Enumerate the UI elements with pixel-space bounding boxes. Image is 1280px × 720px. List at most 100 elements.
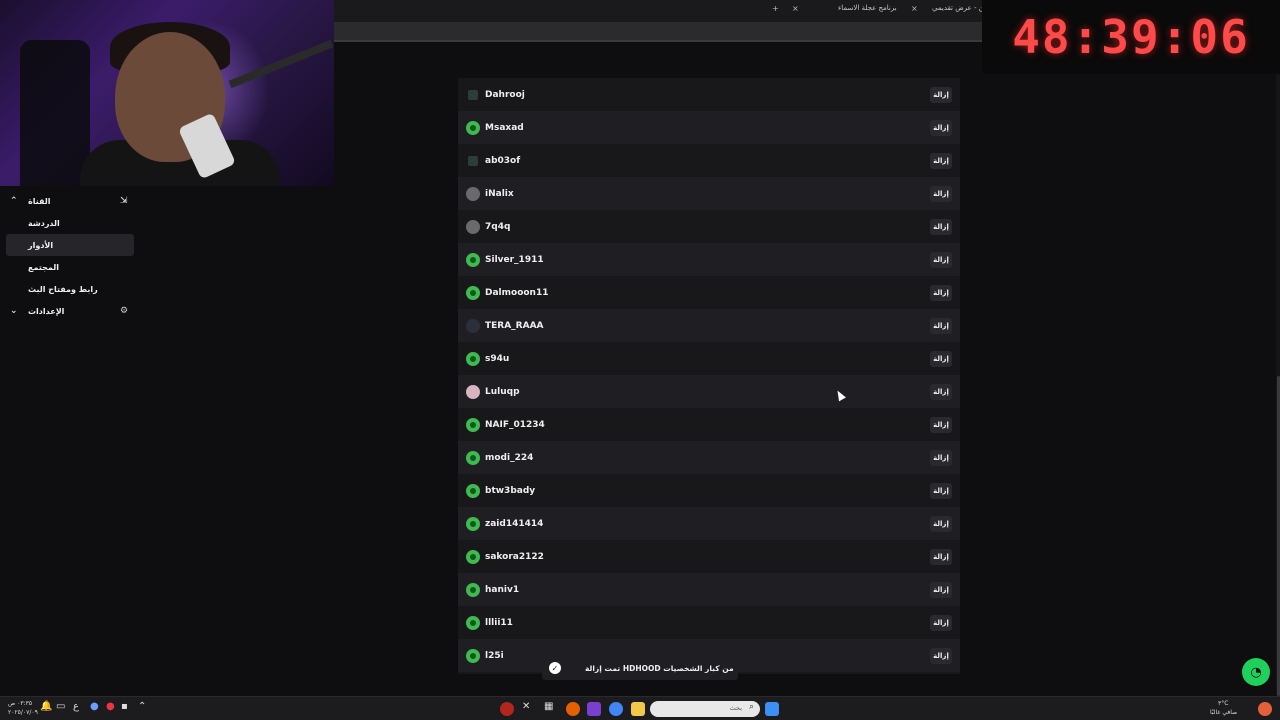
- new-tab-icon[interactable]: +: [772, 4, 779, 13]
- avatar: [466, 450, 480, 465]
- collapse-icon[interactable]: ⇲: [120, 196, 128, 206]
- user-row: haniv1 إزالة: [458, 573, 960, 606]
- username[interactable]: lllii11: [485, 618, 513, 628]
- remove-button[interactable]: إزالة: [930, 218, 952, 235]
- remove-button[interactable]: إزالة: [930, 548, 952, 565]
- avatar: [466, 186, 480, 201]
- remove-button[interactable]: إزالة: [930, 317, 952, 334]
- username[interactable]: ab03of: [485, 156, 520, 166]
- user-row: NAIF_01234 إزالة: [458, 408, 960, 441]
- remove-button[interactable]: إزالة: [930, 152, 952, 169]
- weather-desc[interactable]: صافي غالبًا: [1210, 709, 1237, 716]
- username[interactable]: modi_224: [485, 453, 533, 463]
- username[interactable]: TERA_RAAA: [485, 321, 544, 331]
- weather-icon: [1258, 702, 1272, 716]
- sidebar-item-chat[interactable]: الدردشة: [0, 212, 140, 234]
- search-placeholder: بحث: [729, 704, 742, 712]
- remove-button[interactable]: إزالة: [930, 383, 952, 400]
- remove-button[interactable]: إزالة: [930, 647, 952, 664]
- remove-button[interactable]: إزالة: [930, 581, 952, 598]
- file-explorer-icon[interactable]: [631, 702, 645, 716]
- user-row: Luluqp إزالة: [458, 375, 960, 408]
- username[interactable]: zaid141414: [485, 519, 543, 529]
- user-row: s94u إزالة: [458, 342, 960, 375]
- app-icon-2[interactable]: ▦: [544, 701, 553, 712]
- user-row: sakora2122 إزالة: [458, 540, 960, 573]
- user-row: 7q4q إزالة: [458, 210, 960, 243]
- chevron-up-icon[interactable]: ⌃: [138, 701, 146, 712]
- sidebar-item-label: الإعدادات: [28, 306, 65, 316]
- app-icon-1[interactable]: [500, 702, 514, 716]
- help-chat-button[interactable]: ◔: [1242, 658, 1270, 686]
- remove-button[interactable]: إزالة: [930, 86, 952, 103]
- username[interactable]: Silver_1911: [485, 255, 544, 265]
- username[interactable]: Msaxad: [485, 123, 524, 133]
- username[interactable]: NAIF_01234: [485, 420, 545, 430]
- username[interactable]: sakora2122: [485, 552, 544, 562]
- notification-icon[interactable]: 🔔: [40, 701, 52, 712]
- tab-names-wheel[interactable]: برنامج عجلة الاسماء: [838, 4, 897, 12]
- firefox-icon[interactable]: [566, 702, 580, 716]
- username[interactable]: iNalix: [485, 189, 514, 199]
- avatar: [466, 384, 480, 399]
- user-row: Silver_1911 إزالة: [458, 243, 960, 276]
- avatar: [466, 351, 480, 366]
- tray-app-icon[interactable]: ▪: [121, 701, 128, 712]
- stream-timer: 48:39:06: [982, 0, 1280, 74]
- username[interactable]: Dahrooj: [485, 90, 525, 100]
- sidebar-item-community[interactable]: المجتمع: [0, 256, 140, 278]
- avatar: [466, 285, 480, 300]
- username[interactable]: Dalmooon11: [485, 288, 549, 298]
- remove-button[interactable]: إزالة: [930, 515, 952, 532]
- username[interactable]: s94u: [485, 354, 509, 364]
- sidebar-item-stream-key[interactable]: رابط ومفتاح البث: [0, 278, 140, 300]
- username[interactable]: btw3bady: [485, 486, 535, 496]
- remove-button[interactable]: إزالة: [930, 284, 952, 301]
- windows-start-icon[interactable]: [765, 702, 779, 716]
- chrome-icon[interactable]: [609, 702, 623, 716]
- remove-button[interactable]: إزالة: [930, 119, 952, 136]
- remove-button[interactable]: إزالة: [930, 185, 952, 202]
- remove-button[interactable]: إزالة: [930, 614, 952, 631]
- screen-icon[interactable]: ▭: [56, 701, 65, 712]
- remove-button[interactable]: إزالة: [930, 350, 952, 367]
- address-bar[interactable]: [334, 22, 984, 42]
- taskbar-search[interactable]: بحث ⌕: [650, 701, 760, 717]
- tray-app-icon[interactable]: ●: [106, 701, 115, 712]
- webcam-overlay: [0, 0, 334, 186]
- search-icon: ⌕: [748, 702, 754, 712]
- clock-time[interactable]: ٠٣:٣٥ ص: [8, 700, 32, 707]
- language-icon[interactable]: ع: [73, 701, 79, 712]
- remove-button[interactable]: إزالة: [930, 416, 952, 433]
- remove-button[interactable]: إزالة: [930, 449, 952, 466]
- clock-date[interactable]: ٢٠٢٥/٠٧/٠٩: [8, 709, 38, 716]
- remove-button[interactable]: إزالة: [930, 251, 952, 268]
- sidebar-item-channel[interactable]: ⌃ القناة ⇲: [0, 190, 140, 212]
- timer-display: 48:39:06: [1012, 10, 1250, 64]
- user-row: iNalix إزالة: [458, 177, 960, 210]
- user-row: zaid141414 إزالة: [458, 507, 960, 540]
- sidebar-item-roles[interactable]: الأدوار: [6, 234, 134, 256]
- toast-message: تمت إزالة HDHOOD من كبار الشخصيات: [585, 663, 734, 673]
- username[interactable]: l25i: [485, 651, 504, 661]
- chevron-up-icon: ⌃: [10, 196, 18, 206]
- username[interactable]: haniv1: [485, 585, 519, 595]
- avatar: [466, 582, 480, 597]
- username[interactable]: Luluqp: [485, 387, 520, 397]
- username[interactable]: 7q4q: [485, 222, 510, 232]
- remove-button[interactable]: إزالة: [930, 482, 952, 499]
- user-row: ab03of إزالة: [458, 144, 960, 177]
- chevron-down-icon: ⌄: [10, 306, 18, 316]
- avatar: [466, 615, 480, 630]
- sidebar-nav: ⌃ القناة ⇲ الدردشة الأدوار المجتمع رابط …: [0, 190, 140, 322]
- avatar: [466, 219, 480, 234]
- twitch-icon[interactable]: [587, 702, 601, 716]
- mic-icon[interactable]: ●: [90, 701, 99, 712]
- tab-close-icon[interactable]: ×: [792, 4, 799, 13]
- tab-close-icon[interactable]: ×: [911, 4, 918, 13]
- chat-bubble-icon: ◔: [1250, 664, 1262, 680]
- toast-notification: ✓ تمت إزالة HDHOOD من كبار الشخصيات: [542, 656, 738, 680]
- sidebar-item-settings[interactable]: ⌄ الإعدادات ⚙: [0, 300, 140, 322]
- weather-temp[interactable]: ٣°C: [1218, 700, 1228, 707]
- capcut-icon[interactable]: ✕: [522, 701, 530, 712]
